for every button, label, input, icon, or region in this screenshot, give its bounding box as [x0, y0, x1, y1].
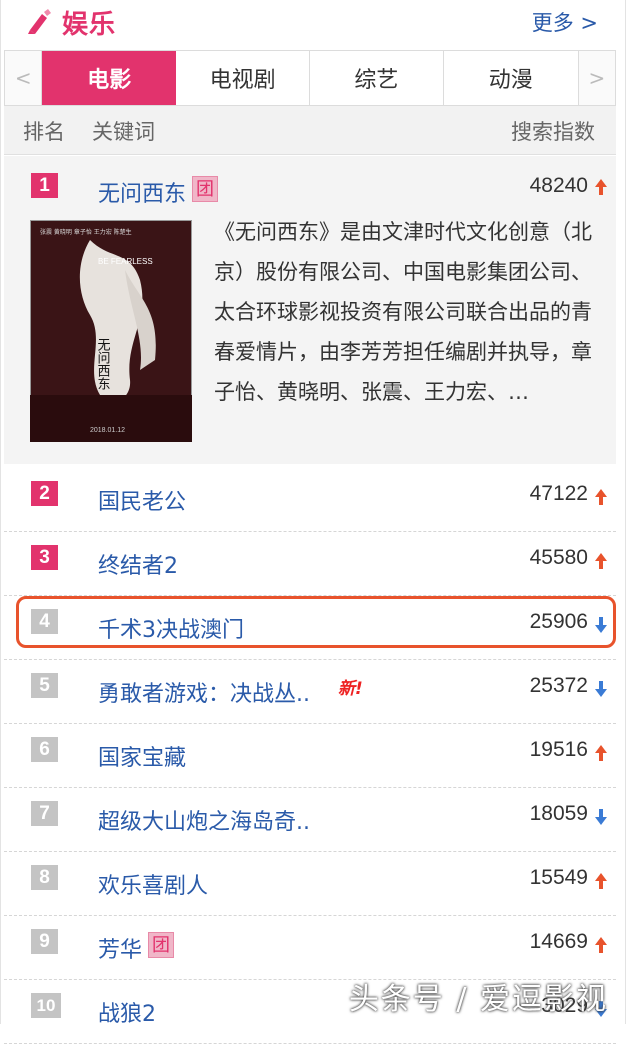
rank-badge: 5 — [31, 673, 58, 698]
section-title: 娱乐 — [62, 10, 117, 40]
rank-badge: 9 — [31, 929, 58, 954]
watermark: 头条号 / 爱逗影视 — [348, 982, 608, 1017]
table-row[interactable]: 7 超级大山炮之海岛奇.. 18059 — [4, 788, 616, 852]
group-buy-badge: 团 — [148, 932, 175, 958]
trend-up-icon — [595, 937, 607, 953]
table-row[interactable]: 6 国家宝藏 19516 — [4, 724, 616, 788]
keyword-text: 芳华 — [98, 938, 143, 963]
rank-badge: 3 — [31, 545, 58, 570]
group-buy-badge: 团 — [192, 176, 219, 202]
highlight-box — [16, 596, 616, 648]
search-index-value: 14669 — [529, 930, 588, 953]
keyword-link[interactable]: 勇敢者游戏：决战丛.. — [98, 676, 310, 708]
more-link[interactable]: 更多 > — [532, 7, 598, 37]
movie-description: 《无问西东》是由文津时代文化创意（北京）股份有限公司、中国电影集团公司、太合环球… — [214, 220, 592, 404]
search-index-value: 48240 — [529, 174, 588, 197]
table-row[interactable]: 2 国民老公 47122 — [4, 468, 616, 532]
search-index-value: 25372 — [529, 674, 588, 697]
column-rank: 排名 — [23, 120, 65, 144]
trend-up-icon — [595, 489, 607, 505]
category-tabs: < 电影 电视剧 综艺 动漫 > — [4, 50, 616, 106]
keyword-text: 欢乐喜剧人 — [98, 874, 209, 899]
keyword-text: 战狼2 — [98, 1002, 156, 1027]
keyword-link[interactable]: 芳华团 — [98, 932, 175, 964]
trend-down-icon — [595, 809, 607, 825]
keyword-link[interactable]: 无问西东团 — [98, 176, 219, 208]
rank-badge: 10 — [31, 993, 61, 1018]
table-row[interactable]: 5 勇敢者游戏：决战丛.. 新! 25372 — [4, 660, 616, 724]
search-index-value: 19516 — [529, 738, 588, 761]
trend-up-icon — [595, 553, 607, 569]
search-index-value: 15549 — [529, 866, 588, 889]
search-index-value: 18059 — [529, 802, 588, 825]
table-row[interactable]: 8 欢乐喜剧人 15549 — [4, 852, 616, 916]
keyword-link[interactable]: 国民老公 — [98, 484, 186, 516]
keyword-text: 无问西东 — [98, 182, 187, 207]
tab-variety[interactable]: 综艺 — [310, 51, 444, 105]
new-badge: 新! — [338, 679, 363, 699]
keyword-text: 国民老公 — [98, 490, 187, 515]
trend-up-icon — [595, 179, 607, 195]
poster-date: 2018.01.12 — [90, 427, 125, 434]
column-search-index: 搜索指数 — [511, 120, 595, 144]
rank-badge: 7 — [31, 801, 58, 826]
tab-tv-series[interactable]: 电视剧 — [176, 51, 311, 105]
tab-movies[interactable]: 电影 — [42, 51, 177, 105]
movie-poster-image[interactable]: 张震 黄晓明 章子怡 王力宏 陈楚生 BE FEARLESS 无问西东 2018… — [30, 220, 192, 442]
keyword-link[interactable]: 国家宝藏 — [98, 740, 186, 772]
table-row[interactable]: 9 芳华团 14669 — [4, 916, 616, 980]
keyword-link[interactable]: 终结者2 — [98, 548, 178, 580]
poster-caption: BE FEARLESS — [98, 257, 153, 266]
keyword-link[interactable]: 超级大山炮之海岛奇.. — [98, 804, 310, 836]
rank-badge: 6 — [31, 737, 58, 762]
tab-next-button[interactable]: > — [577, 51, 616, 105]
trend-down-icon — [595, 681, 607, 697]
table-row[interactable]: 3 终结者2 45580 — [4, 532, 616, 596]
poster-title: 无问西东 — [95, 338, 111, 390]
section-header: 娱乐 更多 > — [0, 0, 628, 44]
keyword-link[interactable]: 战狼2 — [98, 996, 156, 1028]
search-index-value: 45580 — [529, 546, 588, 569]
rank-badge: 1 — [31, 173, 58, 198]
column-keyword: 关键词 — [92, 120, 155, 144]
keyword-text: 国家宝藏 — [98, 746, 187, 771]
keyword-text: 勇敢者游戏：决战丛.. — [98, 682, 310, 707]
trend-up-icon — [595, 745, 607, 761]
keyword-text: 超级大山炮之海岛奇.. — [98, 810, 310, 835]
svg-text:张震 黄晓明 章子怡 王力宏 陈楚生: 张震 黄晓明 章子怡 王力宏 陈楚生 — [40, 228, 132, 236]
keyword-link[interactable]: 欢乐喜剧人 — [98, 868, 208, 900]
tab-prev-button[interactable]: < — [5, 51, 43, 105]
trend-up-icon — [595, 873, 607, 889]
rank-badge: 8 — [31, 865, 58, 890]
keyword-text: 终结者2 — [98, 554, 178, 579]
column-header: 排名 关键词 搜索指数 — [4, 106, 616, 155]
search-index-value: 47122 — [529, 482, 588, 505]
rank-badge: 2 — [31, 481, 58, 506]
tab-anime[interactable]: 动漫 — [443, 51, 578, 105]
pen-icon — [28, 9, 51, 34]
